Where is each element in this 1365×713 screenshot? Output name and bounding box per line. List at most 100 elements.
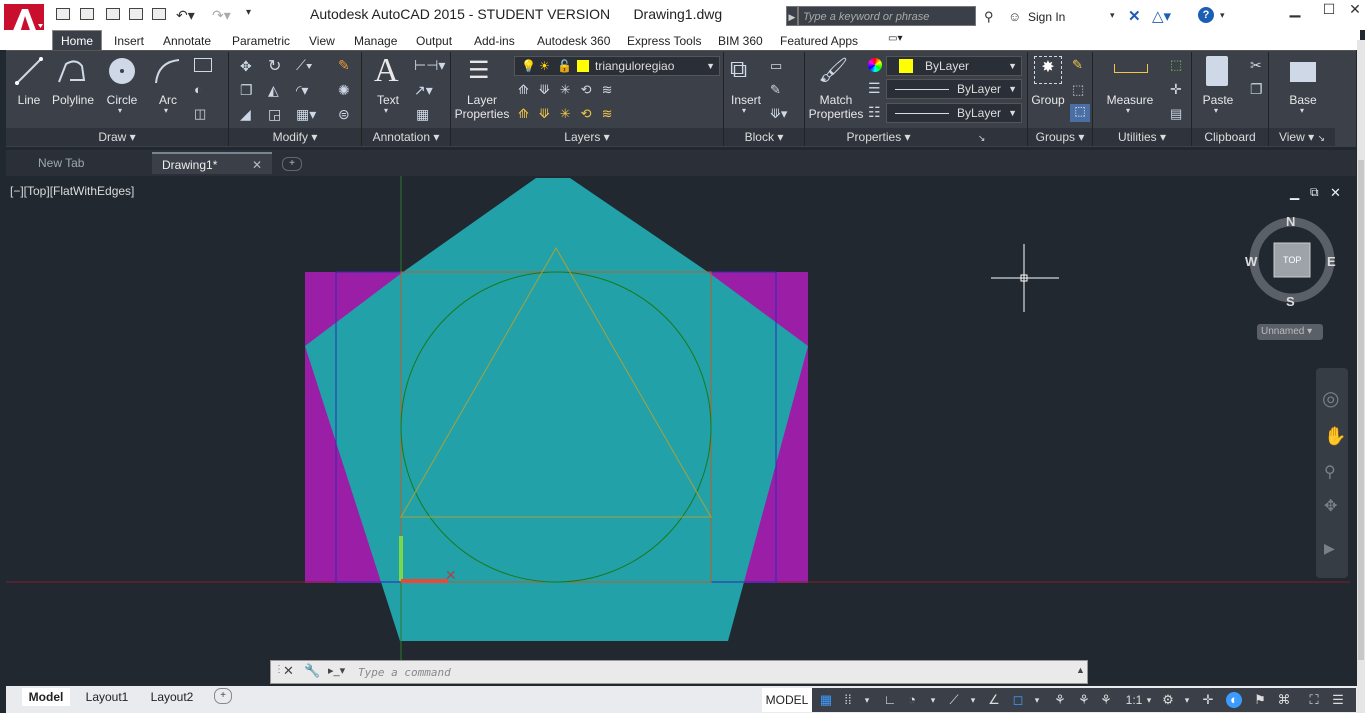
linetype-icon[interactable]: ☷ (868, 104, 881, 121)
leader-icon[interactable]: ↗▾ (414, 82, 433, 99)
insert-button[interactable]: Insert (726, 93, 766, 107)
explode-icon[interactable]: ✺ (338, 82, 350, 99)
tab-express-tools[interactable]: Express Tools (627, 32, 701, 50)
orbit-icon[interactable]: ✥ (1324, 496, 1337, 516)
fillet-icon[interactable]: ◜▾ (296, 82, 308, 99)
autodesk-app-icon[interactable]: △▾ (1152, 7, 1171, 25)
mirror-icon[interactable]: ◭ (268, 82, 279, 99)
tab-manage[interactable]: Manage (354, 32, 397, 50)
edit-block-icon[interactable]: ✎ (770, 82, 781, 98)
object-snap-tracking-icon[interactable]: ∠ (986, 692, 1002, 708)
base-dropdown-icon[interactable]: ▾ (1300, 106, 1304, 115)
view-panel-label[interactable]: View ▾ ↘ (1269, 128, 1335, 146)
compass-east[interactable]: E (1327, 254, 1336, 269)
clean-screen-icon[interactable]: ⛶ (1306, 692, 1322, 708)
tab-view[interactable]: View (309, 32, 335, 50)
color-wheel-icon[interactable] (868, 58, 882, 72)
attribute-icon[interactable]: ⟱▾ (770, 106, 787, 122)
search-expand-icon[interactable]: ▶ (786, 6, 798, 26)
undo-icon[interactable]: ↶▾ (176, 7, 195, 24)
array-icon[interactable]: ▦▾ (296, 106, 316, 123)
offset-icon[interactable]: ⊜ (338, 106, 350, 123)
new-file-icon[interactable] (56, 8, 70, 20)
rectangle-icon[interactable] (194, 58, 212, 72)
trim-icon[interactable]: ⟋▾ (296, 57, 313, 74)
search-input[interactable]: Type a keyword or phrase (798, 6, 976, 26)
circle-dropdown-icon[interactable]: ▾ (118, 106, 122, 115)
viewport-controls[interactable]: [−][Top][FlatWithEdges] (10, 184, 134, 198)
stretch-icon[interactable]: ◢ (240, 106, 251, 123)
compass-north[interactable]: N (1286, 214, 1295, 229)
lineweight-status-icon[interactable]: ⌘ (1276, 692, 1292, 708)
viewport-minimize-icon[interactable]: ▁ (1290, 186, 1299, 200)
tab-parametric[interactable]: Parametric (232, 32, 290, 50)
redo-icon[interactable]: ↷▾ (212, 7, 231, 24)
match-properties-button[interactable]: Match Properties (806, 93, 866, 121)
id-point-icon[interactable]: ✛ (1170, 81, 1182, 98)
scale-icon[interactable]: ◲ (268, 106, 281, 123)
steering-wheel-icon[interactable]: ◎ (1322, 386, 1339, 411)
annotation-panel-label[interactable]: Annotation ▾ (362, 128, 450, 146)
ucs-menu-dropdown[interactable]: Unnamed ▾ (1257, 324, 1323, 340)
help-icon[interactable]: ? (1198, 7, 1214, 23)
dimension-icon[interactable]: ⊢⊣▾ (414, 57, 445, 74)
minimize-button[interactable]: ▁ (1278, 0, 1312, 20)
ortho-icon[interactable]: ∟ (882, 692, 898, 708)
compass-west[interactable]: W (1245, 254, 1257, 269)
draw-panel-label[interactable]: Draw ▾ (6, 128, 228, 146)
polar-dropdown-icon[interactable]: ▾ (928, 692, 938, 708)
hardware-acceleration-icon[interactable]: ⚑ (1252, 692, 1268, 708)
pan-icon[interactable]: ✋ (1324, 426, 1346, 447)
object-snap-icon[interactable]: ◻ (1010, 692, 1026, 708)
isodraft-dropdown-icon[interactable]: ▾ (968, 692, 978, 708)
workspace-gear-icon[interactable]: ⚙ (1160, 692, 1176, 708)
snap-dropdown-icon[interactable]: ▾ (862, 692, 872, 708)
save-as-icon[interactable] (129, 8, 143, 20)
calculator-icon[interactable]: ▤ (1170, 106, 1182, 122)
annotation-visibility-icon[interactable]: ⚘ (1052, 692, 1068, 708)
layout-tab-model[interactable]: Model (22, 688, 70, 706)
insert-dropdown-icon[interactable]: ▾ (742, 106, 746, 115)
lineweight-icon[interactable]: ☰ (868, 80, 881, 97)
linetype-dropdown[interactable]: ByLayer ▼ (886, 79, 1022, 99)
properties-panel-label[interactable]: Properties ▾ ↘ (805, 128, 1027, 146)
region-icon[interactable]: ◫ (194, 106, 206, 122)
groups-panel-label[interactable]: Groups ▾ (1028, 128, 1092, 146)
tab-add-ins[interactable]: Add-ins (474, 32, 515, 50)
layer-tools-row-1[interactable]: ⟰⟱✳⟲≋ (518, 82, 622, 98)
add-tab-icon[interactable]: + (282, 157, 302, 171)
tab-output[interactable]: Output (416, 32, 452, 50)
layer-properties-button[interactable]: Layer Properties (454, 93, 510, 121)
exchange-icon[interactable]: ✕ (1128, 7, 1141, 25)
lineweight-dropdown[interactable]: ByLayer ▼ (886, 103, 1022, 123)
tab-autodesk-360[interactable]: Autodesk 360 (537, 32, 610, 50)
save-icon[interactable] (106, 8, 120, 20)
tab-insert[interactable]: Insert (114, 32, 144, 50)
group-button[interactable]: Group (1028, 93, 1068, 107)
grid-icon[interactable]: ▦ (818, 692, 834, 708)
arc-button[interactable]: Arc (150, 93, 186, 107)
table-icon[interactable]: ▦ (416, 106, 429, 123)
tab-drawing1[interactable]: Drawing1* ✕ (152, 152, 272, 174)
customization-menu-icon[interactable]: ☰ (1330, 692, 1346, 708)
tab-featured-apps[interactable]: Featured Apps (780, 32, 858, 50)
binoculars-icon[interactable]: ⚲ (984, 9, 994, 25)
command-input[interactable]: Type a command (358, 666, 451, 679)
scrollbar-thumb[interactable] (1358, 160, 1364, 660)
layer-dropdown[interactable]: 💡 ☀ 🔓 trianguloregiao ▼ (514, 56, 720, 76)
command-customize-icon[interactable]: 🔧 (304, 663, 320, 679)
viewport-close-icon[interactable]: ✕ (1330, 185, 1341, 201)
sign-in-button[interactable]: Sign In (1028, 10, 1065, 24)
paste-button[interactable]: Paste (1196, 93, 1240, 107)
measure-dropdown-icon[interactable]: ▾ (1126, 106, 1130, 115)
text-button[interactable]: Text (368, 93, 408, 107)
qat-customize-icon[interactable]: ▾ (246, 7, 251, 18)
tab-bim-360[interactable]: BIM 360 (718, 32, 763, 50)
tab-annotate[interactable]: Annotate (163, 32, 211, 50)
base-button[interactable]: Base (1280, 93, 1326, 107)
modify-panel-label[interactable]: Modify ▾ (229, 128, 361, 146)
viewport-restore-icon[interactable]: ⧉ (1310, 185, 1319, 200)
group-edit-icon[interactable]: ⬚ (1072, 82, 1084, 98)
circle-button[interactable]: Circle (102, 93, 142, 107)
layer-tools-row-2[interactable]: ⟰⟱✳⟲≋ (518, 106, 622, 122)
